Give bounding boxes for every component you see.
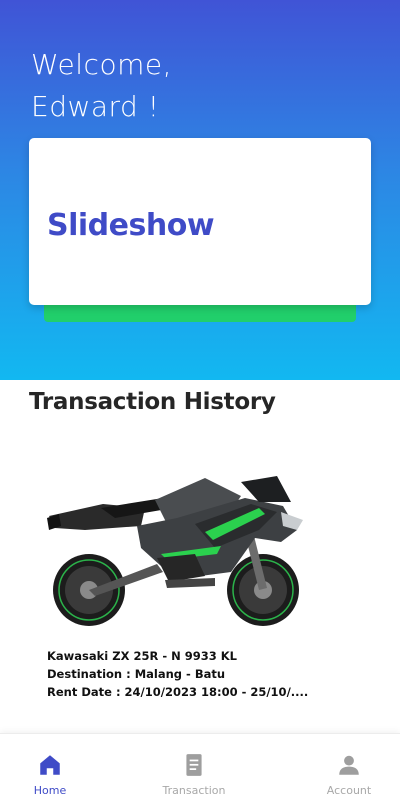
nav-home-label: Home — [33, 784, 67, 797]
destination: Destination : Malang - Batu — [47, 667, 226, 681]
vehicle-name: Kawasaki ZX 25R - N 9933 KL — [47, 649, 237, 663]
nav-transaction[interactable]: Transaction — [144, 752, 244, 797]
nav-transaction-label: Transaction — [162, 784, 226, 797]
welcome-message: Welcome, Edward ! — [31, 44, 331, 128]
nav-account-label: Account — [326, 784, 372, 797]
rent-date: Rent Date : 24/10/2023 18:00 - 25/10/...… — [47, 685, 309, 699]
transaction-details: Kawasaki ZX 25R - N 9933 KL Destination … — [47, 647, 347, 701]
slideshow-card[interactable]: Slideshow — [29, 138, 371, 305]
welcome-user-name: Edward ! — [31, 90, 160, 123]
home-icon — [40, 755, 60, 775]
header-banner: Welcome, Edward ! Slideshow — [0, 0, 400, 380]
transaction-card[interactable]: Kawasaki ZX 25R - N 9933 KL Destination … — [35, 450, 365, 710]
motorcycle-image — [47, 476, 303, 626]
welcome-line-1: Welcome, — [31, 48, 172, 81]
document-icon — [186, 754, 202, 776]
nav-home[interactable]: Home — [0, 752, 100, 797]
user-icon — [339, 755, 359, 775]
bottom-navigation: Home Transaction Account — [0, 733, 400, 812]
nav-account[interactable]: Account — [299, 752, 399, 797]
transaction-history-title: Transaction History — [29, 389, 276, 415]
slideshow-title: Slideshow — [47, 208, 215, 243]
